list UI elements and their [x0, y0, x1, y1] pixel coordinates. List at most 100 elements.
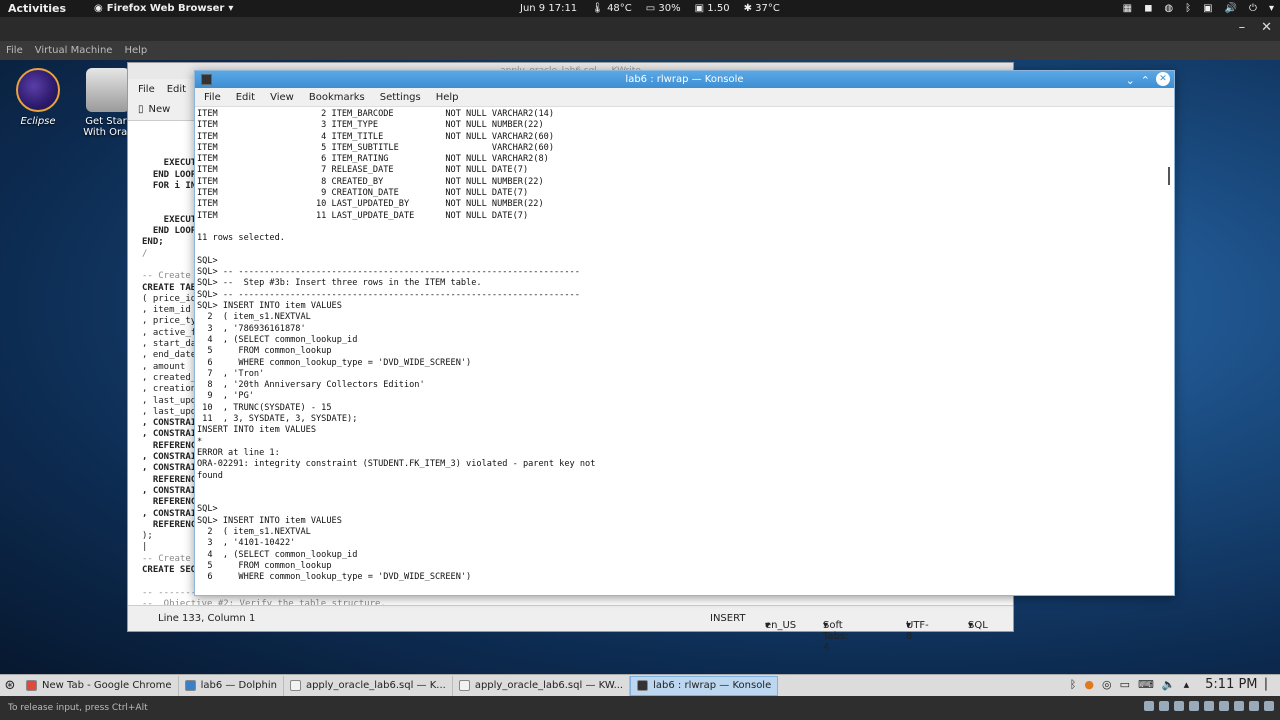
kwrite-menu-file[interactable]: File — [138, 84, 155, 95]
konsole-menu-settings[interactable]: Settings — [380, 92, 421, 103]
eclipse-label: Eclipse — [20, 116, 56, 127]
grid-icon[interactable]: ▦ — [1123, 3, 1132, 14]
konsole-menu-edit[interactable]: Edit — [236, 92, 255, 103]
display-icon[interactable] — [1219, 701, 1229, 711]
terminal-line: 2 ( item_s1.NEXTVAL — [197, 312, 311, 323]
volume-icon[interactable]: 🔈 — [1162, 678, 1176, 691]
maximize-icon[interactable]: ⌃ — [1141, 72, 1150, 89]
terminal-line: SQL> INSERT INTO item VALUES — [197, 301, 342, 312]
cpu-temp: 🌡 48°C — [591, 3, 632, 14]
konsole-menu-bookmarks[interactable]: Bookmarks — [309, 92, 365, 103]
disk-icon[interactable] — [1144, 701, 1154, 711]
konsole-menu-view[interactable]: View — [270, 92, 294, 103]
konsole-menu-help[interactable]: Help — [436, 92, 459, 103]
firefox-icon: ◉ — [94, 3, 103, 14]
terminal-line: ITEM 7 RELEASE_DATE NOT NULL DATE(7) — [197, 165, 529, 176]
app-menu-label: Firefox Web Browser — [106, 3, 225, 14]
minimize-icon[interactable]: – — [1239, 20, 1246, 35]
terminal-line: ITEM 8 CREATED_BY NOT NULL NUMBER(22) — [197, 176, 544, 187]
terminal-scrollbar[interactable] — [1166, 109, 1172, 595]
taskbar-item[interactable]: lab6 — Dolphin — [179, 675, 284, 696]
cdrom-icon[interactable] — [1159, 701, 1169, 711]
gpu-temp-value: 37°C — [755, 3, 780, 14]
bluetooth-icon[interactable]: ᛒ — [1070, 678, 1077, 691]
kde-launcher-icon: ⊛ — [4, 678, 16, 693]
usb-icon[interactable] — [1189, 701, 1199, 711]
close-button[interactable]: ✕ — [1156, 72, 1170, 86]
desktop-icon-eclipse[interactable]: Eclipse — [3, 68, 73, 127]
konsole-titlebar[interactable]: lab6 : rlwrap — Konsole ⌄ ⌃ ✕ — [195, 71, 1174, 88]
volume-icon[interactable]: 🔊 — [1225, 3, 1237, 14]
input-release-hint: To release input, press Ctrl+Alt — [8, 703, 148, 713]
keyboard-icon[interactable]: ⌨ — [1138, 678, 1154, 691]
taskbar-item[interactable]: apply_oracle_lab6.sql — K... — [284, 675, 453, 696]
power-icon[interactable]: ⏻ — [1249, 3, 1257, 14]
datetime[interactable]: Jun 9 17:11 — [520, 3, 577, 14]
recording-icon[interactable] — [1234, 701, 1244, 711]
system-tray: ᛒ ● ◎ ▭ ⌨ 🔈 ▴ 5:11 PM ▏ — [1070, 677, 1274, 692]
network-icon[interactable] — [1174, 701, 1184, 711]
minimize-icon[interactable]: ⌄ — [1126, 72, 1135, 89]
system-tray-top[interactable]: ▦ ◼ ◍ ᛒ ▣ 🔊 ⏻ ▾ — [1123, 3, 1274, 14]
terminal-line: SQL> -- Step #3b: Insert three rows in t… — [197, 278, 482, 289]
keyboard-capture-icon[interactable] — [1264, 701, 1274, 711]
terminal-output[interactable]: ITEM 2 ITEM_BARCODE NOT NULL VARCHAR2(14… — [197, 109, 1165, 595]
new-document-icon: ▯ — [138, 104, 144, 115]
vm-menubar: File Virtual Machine Help — [0, 41, 1280, 60]
new-button[interactable]: New — [149, 104, 171, 115]
terminal-icon[interactable] — [201, 74, 212, 85]
terminal-line: 5 FROM common_lookup — [197, 560, 332, 571]
terminal-line: ITEM 5 ITEM_SUBTITLE VARCHAR2(60) — [197, 142, 554, 153]
terminal-line: 4 , (SELECT common_lookup_id — [197, 549, 358, 560]
task-list: New Tab - Google Chrome lab6 — Dolphin app… — [20, 675, 779, 696]
discord-icon[interactable]: ◍ — [1164, 3, 1173, 14]
terminal-line: 8 , '20th Anniversary Collectors Edition… — [197, 380, 425, 391]
show-desktop-icon[interactable]: ▏ — [1266, 678, 1274, 691]
terminal-line: * — [197, 436, 203, 447]
chevron-up-icon[interactable]: ▴ — [1184, 678, 1190, 691]
clock[interactable]: 5:11 PM — [1205, 677, 1257, 692]
activities-button[interactable]: Activities — [0, 2, 74, 15]
vm-menu-help[interactable]: Help — [124, 45, 147, 56]
terminal-line: 11 , 3, SYSDATE, 3, SYSDATE); — [197, 414, 358, 425]
status-indicators[interactable]: Jun 9 17:11 🌡 48°C ▭ 30% ▣ 1.50 ✱ 37°C — [520, 3, 780, 14]
updates-icon[interactable]: ● — [1084, 678, 1094, 691]
chevron-down-icon: ▾ — [823, 620, 829, 631]
app-launcher[interactable]: ⊛ — [0, 676, 20, 696]
taskbar-item[interactable]: apply_oracle_lab6.sql — KW... — [453, 675, 631, 696]
vm-menu-virtual-machine[interactable]: Virtual Machine — [35, 45, 113, 56]
terminal-line: ITEM 9 CREATION_DATE NOT NULL DATE(7) — [197, 188, 529, 199]
terminal-line: SQL> INSERT INTO item VALUES — [197, 515, 342, 526]
eclipse-icon — [16, 68, 60, 112]
chevron-down-icon: ▾ — [968, 620, 974, 631]
bluetooth-icon[interactable]: ᛒ — [1185, 3, 1191, 14]
taskbar-item[interactable]: New Tab - Google Chrome — [20, 675, 179, 696]
text-editor-icon — [458, 680, 470, 691]
terminal-line: 11 rows selected. — [197, 233, 285, 244]
battery: ▭ 30% — [646, 3, 681, 14]
taskbar-item[interactable]: lab6 : rlwrap — Konsole — [630, 675, 779, 696]
clipboard-icon[interactable]: ▭ — [1120, 678, 1130, 691]
vpn-icon[interactable]: ◎ — [1102, 678, 1112, 691]
load-value: 1.50 — [707, 3, 730, 14]
cpu-temp-value: 48°C — [607, 3, 632, 14]
konsole-window[interactable]: lab6 : rlwrap — Konsole ⌄ ⌃ ✕ File Edit … — [194, 70, 1175, 596]
screen-icon[interactable]: ▣ — [1203, 3, 1212, 14]
close-icon[interactable]: ✕ — [1261, 20, 1272, 35]
input-mode[interactable]: INSERT — [710, 613, 745, 624]
chevron-down-icon[interactable]: ▾ — [1269, 3, 1274, 14]
vm-menu-file[interactable]: File — [6, 45, 23, 56]
konsole-menu-file[interactable]: File — [204, 92, 221, 103]
scrollbar-thumb[interactable] — [1168, 167, 1170, 185]
gnome-top-bar: Activities ◉ Firefox Web Browser ▾ Jun 9… — [0, 0, 1280, 17]
terminal-line: found — [197, 470, 223, 481]
mouse-integration-icon[interactable] — [1249, 701, 1259, 711]
app-menu[interactable]: ◉ Firefox Web Browser ▾ — [94, 3, 233, 14]
camera-icon[interactable]: ◼ — [1144, 3, 1152, 14]
kwrite-menu-edit[interactable]: Edit — [167, 84, 186, 95]
shared-folder-icon[interactable] — [1204, 701, 1214, 711]
